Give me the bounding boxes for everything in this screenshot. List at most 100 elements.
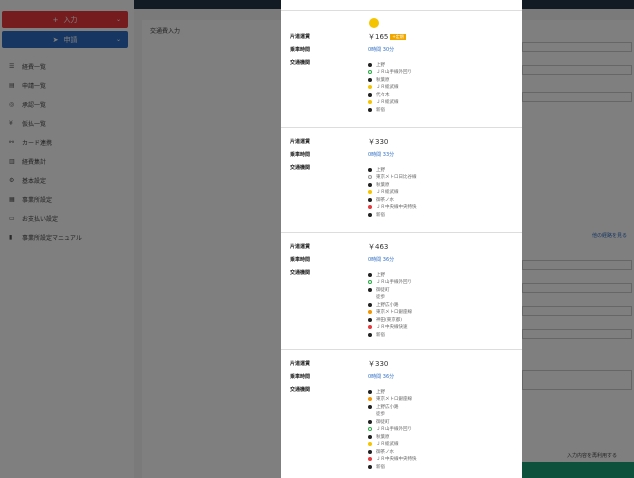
station-name: 上野 — [376, 389, 385, 395]
line-marker-icon — [368, 77, 372, 82]
station-item: ＪＲ山手線外回り — [368, 279, 412, 287]
station-item: 御徒町 — [368, 286, 412, 294]
station-name: ＪＲ総武線 — [376, 442, 399, 448]
line-marker-icon — [368, 404, 372, 409]
route-search-modal: 片道運賃 ￥165 +定期 乗車時間 0時間 30分 交通機関 上野 ＪＲ山手線外回り 秋葉原 Ｊ… — [281, 0, 522, 478]
transport-label: 交通機関 — [290, 165, 311, 171]
line-marker-icon — [368, 302, 372, 307]
station-name: 上野広小路 — [376, 404, 399, 410]
station-item: 上野広小路 — [368, 301, 412, 309]
line-marker-icon — [368, 92, 372, 97]
line-marker-icon — [368, 442, 372, 447]
station-item: 上野広小路 — [368, 403, 417, 411]
line-marker-icon — [368, 464, 372, 469]
transport-label: 交通機関 — [290, 60, 311, 66]
fare-amount: ￥330 — [368, 360, 389, 368]
commuter-pass-badge: +定期 — [390, 34, 406, 40]
station-item: 東京メトロ銀座線 — [368, 309, 412, 317]
station-item: 上野 — [368, 388, 417, 396]
fare-value: ￥165 +定期 — [368, 32, 406, 42]
duration-label: 乗車時間 — [290, 47, 311, 53]
line-marker-icon — [368, 449, 372, 454]
transport-label: 交通機関 — [290, 270, 311, 276]
station-item: 秋葉原 — [368, 433, 417, 441]
fare-value: ￥330 — [368, 359, 388, 369]
station-item: ＪＲ中央線快速 — [368, 324, 412, 332]
route-result[interactable]: 片道運賃 ￥330 乗車時間 0時間 33分 交通機関 上野 東京メトロ日比谷線 秋葉原 ＪＲ総… — [281, 127, 522, 232]
station-item: 上野 — [368, 271, 412, 279]
route-result[interactable]: 片道運賃 ￥463 乗車時間 0時間 36分交通機関 上野 ＪＲ山手線外回り 御徒町 徒歩 上野… — [281, 232, 522, 349]
duration-value: 0時間 36分 — [368, 257, 395, 263]
route-result[interactable]: 片道運賃 ￥165 +定期 乗車時間 0時間 30分 交通機関 上野 ＪＲ山手線外回り 秋葉原 Ｊ… — [281, 10, 522, 127]
line-marker-icon — [368, 325, 372, 330]
station-name: 東京メトロ銀座線 — [376, 397, 412, 403]
line-marker-icon — [368, 434, 372, 439]
station-name: 御茶ノ水 — [376, 197, 394, 203]
station-item: 東京メトロ日比谷線 — [368, 174, 417, 182]
station-item: 新宿 — [368, 106, 412, 114]
station-name: 新宿 — [376, 107, 385, 113]
route-result[interactable]: 片道運賃 ￥330 乗車時間 0時間 36分交通機関 上野東京メトロ銀座線 上野広小路徒歩… — [281, 349, 522, 478]
station-item: 徒歩 — [368, 294, 412, 302]
fare-label: 片道運賃 — [290, 244, 311, 250]
station-item: ＪＲ総武線 — [368, 441, 417, 449]
station-name: 上野広小路 — [376, 302, 399, 308]
station-list: 上野 ＪＲ山手線外回り 秋葉原 ＪＲ総武線 代々木 ＪＲ総武線 新宿 — [368, 61, 412, 114]
station-item: ＪＲ中央線中央特快 — [368, 204, 417, 212]
line-marker-icon — [368, 397, 372, 402]
line-marker-icon — [368, 175, 372, 180]
station-name: ＪＲ山手線外回り — [376, 70, 412, 76]
station-item: 上野 — [368, 61, 412, 69]
station-name: ＪＲ中央線快速 — [376, 325, 408, 331]
station-name: 上野 — [376, 272, 385, 278]
station-name: 御徒町 — [376, 419, 390, 425]
station-name: 秋葉原 — [376, 182, 390, 188]
station-item: 御茶ノ水 — [368, 196, 417, 204]
duration-label: 乗車時間 — [290, 374, 311, 380]
station-item: ＪＲ中央線中央特快 — [368, 456, 417, 464]
station-name: 新宿 — [376, 212, 385, 218]
station-list: 上野 東京メトロ銀座線 上野広小路 徒歩 御徒町 ＪＲ山手線外回り 秋葉原 ＪＲ総武線 御茶ノ水… — [368, 388, 417, 471]
duration-value: 0時間 30分 — [368, 47, 395, 53]
station-list: 上野 ＪＲ山手線外回り 御徒町 徒歩 上野広小路 東京メトロ銀座線 神田(東京都) ＪＲ中央線… — [368, 271, 412, 339]
transport-label: 交通機関 — [290, 387, 311, 393]
station-item: 新宿 — [368, 211, 417, 219]
fare-value: ￥463 — [368, 242, 388, 252]
duration-value: 0時間 36分 — [368, 374, 395, 380]
station-name: 上野 — [376, 167, 385, 173]
line-marker-icon — [368, 62, 372, 67]
line-marker-icon — [368, 100, 372, 105]
line-marker-icon — [368, 107, 372, 112]
station-name: 秋葉原 — [376, 434, 390, 440]
line-marker-icon — [368, 295, 372, 299]
station-name: 新宿 — [376, 332, 385, 338]
line-marker-icon — [368, 457, 372, 462]
station-item: ＪＲ総武線 — [368, 189, 417, 197]
fare-label: 片道運賃 — [290, 34, 311, 40]
fare-label: 片道運賃 — [290, 139, 311, 145]
line-marker-icon — [368, 332, 372, 337]
line-marker-icon — [368, 197, 372, 202]
station-name: 代々木 — [376, 92, 390, 98]
station-item: 徒歩 — [368, 411, 417, 419]
duration-value: 0時間 33分 — [368, 152, 395, 158]
fare-amount: ￥463 — [368, 243, 389, 251]
station-name: 御茶ノ水 — [376, 449, 394, 455]
station-name: ＪＲ総武線 — [376, 100, 399, 106]
station-item: ＪＲ総武線 — [368, 84, 412, 92]
station-name: 徒歩 — [376, 412, 385, 418]
station-item: ＪＲ総武線 — [368, 99, 412, 107]
fare-label: 片道運賃 — [290, 361, 311, 367]
station-item: 秋葉原 — [368, 181, 417, 189]
station-name: ＪＲ総武線 — [376, 190, 399, 196]
station-name: 東京メトロ銀座線 — [376, 310, 412, 316]
duration-label: 乗車時間 — [290, 152, 311, 158]
station-item: 秋葉原 — [368, 76, 412, 84]
line-marker-icon — [368, 287, 372, 292]
station-item: 御徒町 — [368, 418, 417, 426]
station-item: 東京メトロ銀座線 — [368, 396, 417, 404]
station-item: 御茶ノ水 — [368, 448, 417, 456]
station-name: 東京メトロ日比谷線 — [376, 175, 417, 181]
duration-label: 乗車時間 — [290, 257, 311, 263]
line-marker-icon — [368, 70, 372, 75]
